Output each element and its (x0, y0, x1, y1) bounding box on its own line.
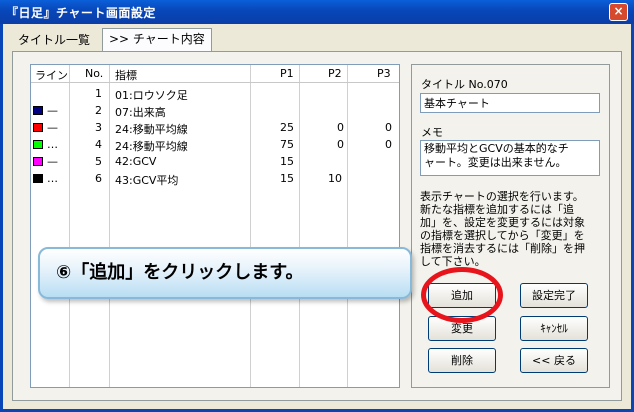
color-swatch (33, 106, 43, 115)
row-p2: 10 (328, 172, 342, 185)
close-button[interactable]: × (609, 3, 628, 21)
row-indicator: 07:出来高 (115, 106, 166, 119)
line-style: … (47, 138, 58, 151)
memo-field[interactable]: 移動平均とGCVの基本的なチ ャート。変更は出来ません。 (420, 140, 600, 176)
row-indicator: 43:GCV平均 (115, 174, 179, 187)
finish-settings-button[interactable]: 設定完了 (520, 283, 588, 308)
row-p2: 0 (337, 138, 344, 151)
instruction-callout: ⑥「追加」をクリックします。 (38, 247, 412, 299)
cancel-button[interactable]: ｷｬﾝｾﾙ (520, 316, 588, 341)
table-row[interactable]: — 3 24:移動平均線 25 0 0 (31, 119, 399, 136)
header-p3: P3 (377, 67, 391, 80)
window-title: 『日足』チャート画面設定 (6, 6, 156, 20)
indicator-list[interactable]: ライン No. 指標 P1 P2 P3 1 01:ロウソク足 — 2 07:出来… (30, 64, 400, 388)
line-style: … (47, 172, 58, 185)
delete-button[interactable]: 削除 (428, 348, 496, 373)
title-label: タイトル No.070 (421, 78, 508, 91)
memo-line: ャート。変更は出来ません。 (424, 156, 567, 169)
color-swatch (33, 174, 43, 183)
back-button[interactable]: << 戻る (520, 348, 588, 373)
instructions-line: 指標を消去するには「削除」を押 (420, 242, 585, 255)
instructions-line: の指標を選択してから「変更」を (420, 229, 585, 242)
tab-title-list[interactable]: タイトル一覧 (12, 30, 96, 52)
title-field[interactable]: 基本チャート (420, 93, 600, 113)
list-header: ライン No. 指標 P1 P2 P3 (31, 65, 399, 83)
instructions-line: 新たな指標を追加するには「追 (420, 203, 574, 216)
row-no: 4 (95, 138, 102, 151)
color-swatch (33, 140, 43, 149)
instructions-text: 表示チャートの選択を行います。 新たな指標を追加するには「追 加」を、設定を変更… (420, 190, 606, 268)
memo-label: メモ (421, 126, 443, 139)
table-row[interactable]: … 4 24:移動平均線 75 0 0 (31, 136, 399, 153)
table-row[interactable]: — 5 42:GCV 15 (31, 153, 399, 170)
row-p3: 0 (385, 138, 392, 151)
row-p3: 0 (385, 121, 392, 134)
row-indicator: 24:移動平均線 (115, 140, 188, 153)
row-p1: 15 (280, 155, 294, 168)
header-line: ライン (35, 69, 68, 82)
instructions-line: 加」を、設定を変更するには対象 (420, 216, 585, 229)
row-p2: 0 (337, 121, 344, 134)
row-no: 1 (95, 87, 102, 100)
row-no: 3 (95, 121, 102, 134)
tab-chart-contents[interactable]: >> チャート内容 (102, 28, 212, 52)
row-p1: 15 (280, 172, 294, 185)
color-swatch (33, 157, 43, 166)
row-indicator: 24:移動平均線 (115, 123, 188, 136)
line-style: — (47, 104, 58, 117)
header-indicator: 指標 (115, 69, 137, 82)
header-p2: P2 (328, 67, 342, 80)
row-p1: 75 (280, 138, 294, 151)
row-no: 5 (95, 155, 102, 168)
table-row[interactable]: — 2 07:出来高 (31, 102, 399, 119)
row-indicator: 01:ロウソク足 (115, 89, 188, 102)
table-row[interactable]: 1 01:ロウソク足 (31, 85, 399, 102)
instructions-line: 表示チャートの選択を行います。 (420, 190, 584, 203)
table-row[interactable]: … 6 43:GCV平均 15 10 (31, 170, 399, 187)
line-style: — (47, 155, 58, 168)
memo-line: 移動平均とGCVの基本的なチ (424, 142, 569, 155)
color-swatch (33, 123, 43, 132)
highlight-circle (421, 267, 503, 323)
row-no: 2 (95, 104, 102, 117)
header-p1: P1 (280, 67, 294, 80)
header-no: No. (85, 67, 104, 80)
title-bar: 『日足』チャート画面設定 × (0, 0, 634, 24)
line-style: — (47, 121, 58, 134)
row-p1: 25 (280, 121, 294, 134)
instructions-line: して下さい。 (420, 255, 486, 268)
row-no: 6 (95, 172, 102, 185)
row-indicator: 42:GCV (115, 155, 157, 168)
